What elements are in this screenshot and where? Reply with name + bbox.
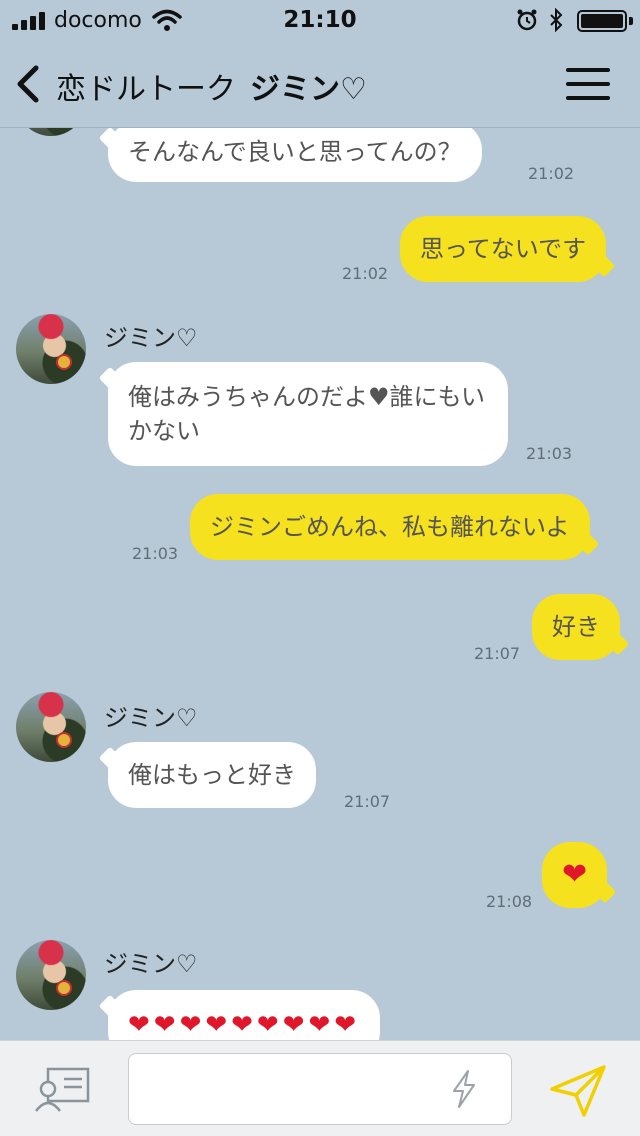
menu-icon[interactable] <box>566 64 610 104</box>
bluetooth-icon <box>550 8 563 32</box>
message-time: 21:07 <box>474 644 521 663</box>
chat-area[interactable]: そんなんで良いと思ってんの？ 21:02 思ってないです 21:02 ジミン♡ … <box>0 128 640 1040</box>
message-time: 21:02 <box>342 264 389 283</box>
sender-name: ジミン♡ <box>104 324 198 352</box>
message-time: 21:08 <box>486 892 533 911</box>
send-icon[interactable] <box>548 1063 608 1119</box>
status-time: 21:10 <box>283 7 357 33</box>
app-name: 恋ドルトーク <box>56 72 236 107</box>
sender-name: ジミン♡ <box>104 704 198 732</box>
battery-icon <box>577 10 627 32</box>
avatar[interactable] <box>16 692 86 762</box>
avatar[interactable] <box>16 314 86 384</box>
sender-name: ジミン♡ <box>104 950 198 978</box>
message-time: 21:03 <box>526 444 573 463</box>
contact-card-icon[interactable] <box>34 1067 90 1113</box>
message-bubble-outgoing: 思ってないです <box>400 216 607 282</box>
message-bubble-outgoing: 好き <box>532 594 620 660</box>
status-bar: docomo 21:10 <box>0 0 640 40</box>
message-bubble-incoming: ❤❤❤❤❤❤❤❤❤ <box>108 990 381 1040</box>
input-bar <box>0 1040 640 1136</box>
message-bubble-incoming: そんなんで良いと思ってんの？ <box>108 128 482 182</box>
back-icon[interactable] <box>14 64 42 104</box>
message-time: 21:03 <box>132 544 179 563</box>
bolt-icon[interactable] <box>450 1069 478 1109</box>
alarm-icon <box>517 9 537 31</box>
header-title: 恋ドルトーク ジミン♡ <box>56 64 367 108</box>
message-time: 21:07 <box>344 792 391 811</box>
message-bubble-incoming: 俺はもっと好き <box>108 742 316 808</box>
avatar[interactable] <box>16 940 86 1010</box>
contact-name: ジミン♡ <box>250 72 367 107</box>
message-bubble-incoming: 俺はみうちゃんのだよ♥誰にもい かない <box>108 362 508 466</box>
message-bubble-outgoing: ❤ <box>542 842 608 908</box>
message-bubble-outgoing: ジミンごめんね、私も離れないよ <box>190 494 590 560</box>
avatar[interactable] <box>16 128 86 136</box>
message-time: 21:02 <box>528 164 575 183</box>
chat-header: 恋ドルトーク ジミン♡ <box>0 40 640 128</box>
